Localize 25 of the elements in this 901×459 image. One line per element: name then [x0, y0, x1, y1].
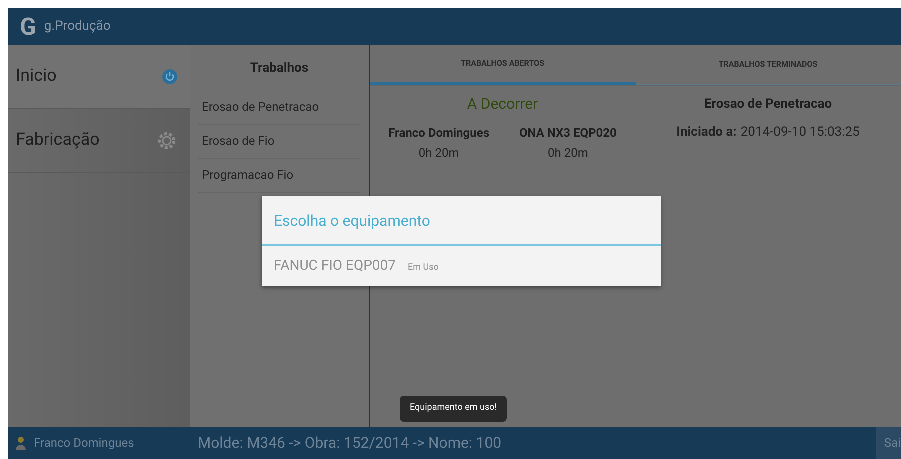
tab[interactable]: TRABALHOS ABERTOS: [370, 45, 636, 85]
started-label: Iniciado a:: [676, 124, 737, 142]
gear-icon: [156, 130, 178, 152]
column-name: Franco Domingues: [388, 124, 490, 142]
status-label: A Decorrer: [467, 94, 538, 115]
toast: Equipamento em uso!: [400, 396, 508, 422]
person-icon: [16, 436, 26, 450]
user-name: Franco Domingues: [34, 435, 134, 452]
job-info: Molde: M346 -> Obra: 152/2014 -> Nome: 100: [197, 432, 503, 454]
dialog-title: Escolha o equipamento: [262, 196, 661, 246]
job-item[interactable]: Erosao de Penetracao: [198, 90, 361, 124]
logo: G: [20, 14, 36, 38]
job-item[interactable]: Erosao de Fio: [198, 124, 361, 158]
jobs-title: Trabalhos: [249, 60, 310, 78]
job-item[interactable]: Programacao Fio: [198, 158, 361, 192]
started-value: 2014-09-10 15:03:25: [740, 124, 860, 142]
sidebar-item[interactable]: Inicio: [8, 45, 190, 109]
elapsed-time: 0h 20m: [418, 144, 460, 162]
power-icon: [162, 68, 178, 84]
column-name: ONA NX3 EQP020: [520, 124, 617, 142]
app-title: g.Produção: [44, 18, 111, 36]
exit-button[interactable]: Sai: [876, 427, 901, 459]
job-title: Erosao de Penetracao: [704, 96, 832, 114]
elapsed-time: 0h 20m: [548, 144, 588, 162]
tab[interactable]: TRABALHOS TERMINADOS: [636, 45, 901, 85]
